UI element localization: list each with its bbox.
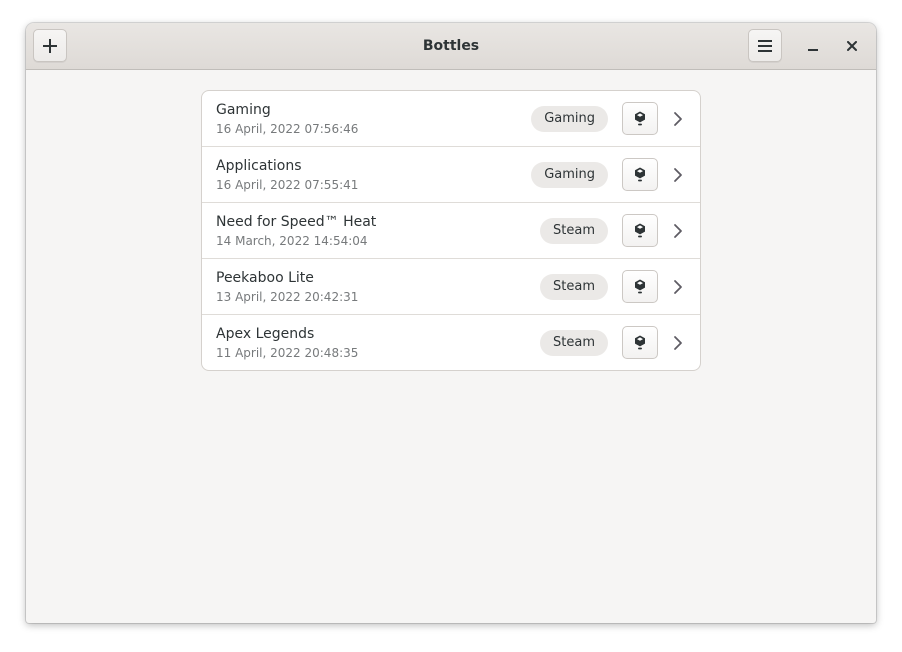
bottle-row-peekaboo-lite[interactable]: Peekaboo Lite 13 April, 2022 20:42:31 St… bbox=[202, 259, 700, 315]
bottle-date: 16 April, 2022 07:56:46 bbox=[216, 122, 359, 136]
bottle-run-icon bbox=[635, 223, 645, 237]
run-executable-button[interactable] bbox=[622, 102, 658, 135]
bottle-row-need-for-speed-heat[interactable]: Need for Speed™ Heat 14 March, 2022 14:5… bbox=[202, 203, 700, 259]
run-executable-button[interactable] bbox=[622, 214, 658, 247]
chevron-right-icon[interactable] bbox=[672, 111, 684, 127]
bottle-date: 11 April, 2022 20:48:35 bbox=[216, 346, 359, 360]
environment-badge: Gaming bbox=[531, 106, 608, 132]
bottle-name: Gaming bbox=[216, 102, 271, 118]
environment-badge: Steam bbox=[540, 218, 608, 244]
bottle-row-apex-legends[interactable]: Apex Legends 11 April, 2022 20:48:35 Ste… bbox=[202, 315, 700, 370]
bottle-row-applications[interactable]: Applications 16 April, 2022 07:55:41 Gam… bbox=[202, 147, 700, 203]
chevron-right-icon[interactable] bbox=[672, 279, 684, 295]
bottle-run-icon bbox=[635, 167, 645, 181]
bottle-run-icon bbox=[635, 335, 645, 349]
minimize-button[interactable] bbox=[801, 34, 825, 58]
chevron-right-icon[interactable] bbox=[672, 335, 684, 351]
bottle-name: Need for Speed™ Heat bbox=[216, 214, 377, 230]
bottle-date: 14 March, 2022 14:54:04 bbox=[216, 234, 368, 248]
bottle-row-gaming[interactable]: Gaming 16 April, 2022 07:56:46 Gaming bbox=[202, 91, 700, 147]
headerbar: Bottles bbox=[26, 23, 876, 70]
close-button[interactable] bbox=[840, 34, 864, 58]
run-executable-button[interactable] bbox=[622, 326, 658, 359]
bottle-date: 13 April, 2022 20:42:31 bbox=[216, 290, 359, 304]
hamburger-menu-icon bbox=[758, 39, 772, 52]
bottle-run-icon bbox=[635, 279, 645, 293]
bottle-date: 16 April, 2022 07:55:41 bbox=[216, 178, 359, 192]
run-executable-button[interactable] bbox=[622, 158, 658, 191]
main-menu-button[interactable] bbox=[748, 29, 782, 62]
bottles-list: Gaming 16 April, 2022 07:56:46 Gaming Ap… bbox=[201, 90, 701, 371]
run-executable-button[interactable] bbox=[622, 270, 658, 303]
chevron-right-icon[interactable] bbox=[672, 223, 684, 239]
chevron-right-icon[interactable] bbox=[672, 167, 684, 183]
minimize-icon bbox=[808, 49, 818, 51]
bottle-name: Peekaboo Lite bbox=[216, 270, 314, 286]
bottle-name: Applications bbox=[216, 158, 302, 174]
environment-badge: Gaming bbox=[531, 162, 608, 188]
environment-badge: Steam bbox=[540, 274, 608, 300]
bottles-window: Bottles Gaming 16 April, 2022 07:56:46 G… bbox=[26, 23, 876, 623]
bottle-run-icon bbox=[635, 111, 645, 125]
environment-badge: Steam bbox=[540, 330, 608, 356]
bottle-name: Apex Legends bbox=[216, 326, 315, 342]
close-icon bbox=[847, 41, 857, 51]
